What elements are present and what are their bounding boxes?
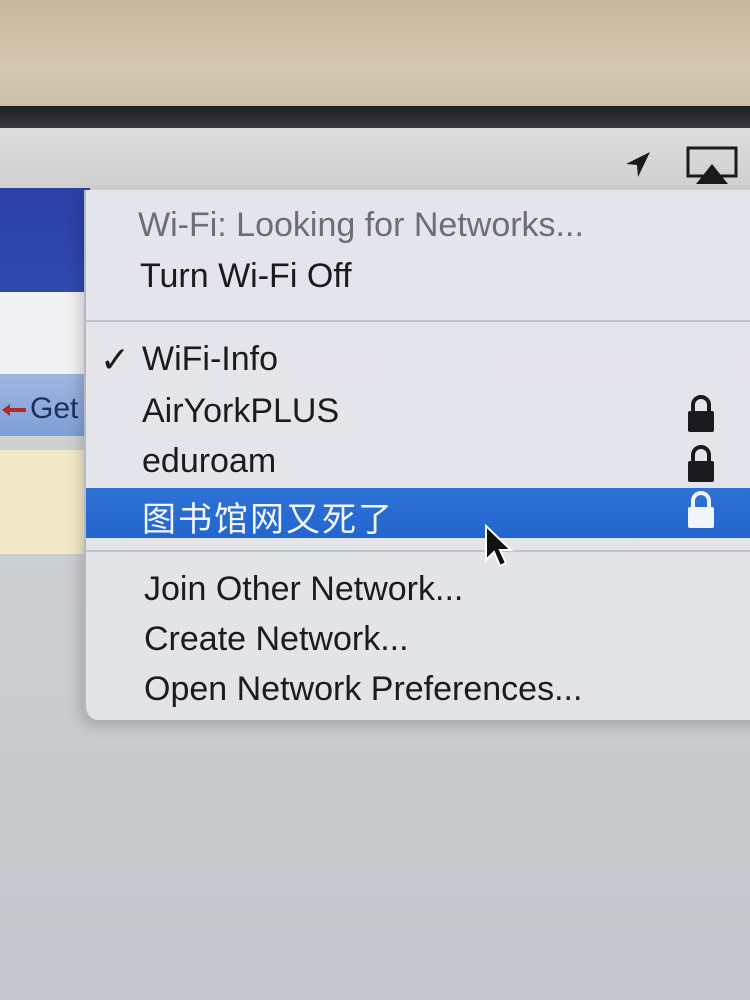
mouse-cursor-icon	[485, 524, 514, 568]
join-other-network-item[interactable]: Join Other Network...	[144, 570, 463, 609]
turn-wifi-off-item[interactable]: Turn Wi-Fi Off	[140, 257, 352, 296]
airplay-icon[interactable]	[686, 146, 738, 186]
create-network-item[interactable]: Create Network...	[144, 620, 409, 659]
menu-separator	[86, 550, 750, 552]
open-network-preferences-item[interactable]: Open Network Preferences...	[144, 670, 582, 709]
network-item-eduroam[interactable]: eduroam	[142, 442, 276, 481]
checkmark-icon: ✓	[100, 340, 131, 381]
network-item-wifi-info[interactable]: WiFi-Info	[142, 340, 278, 379]
window-row	[0, 450, 90, 554]
get-button-label: Get	[30, 392, 79, 425]
photo-background	[0, 0, 750, 112]
lock-icon	[688, 491, 714, 528]
network-item-library[interactable]: 图书馆网又死了	[142, 492, 394, 541]
screen-bezel	[0, 106, 750, 128]
network-item-airyorkplus[interactable]: AirYorkPLUS	[142, 392, 339, 431]
window-content	[0, 292, 90, 384]
lock-icon	[688, 395, 714, 432]
window-header	[0, 188, 90, 292]
location-arrow-icon[interactable]	[622, 150, 652, 180]
menu-separator	[86, 320, 750, 322]
wifi-status: Wi-Fi: Looking for Networks...	[138, 206, 584, 244]
lock-icon	[688, 445, 714, 482]
button-icon	[2, 404, 26, 416]
